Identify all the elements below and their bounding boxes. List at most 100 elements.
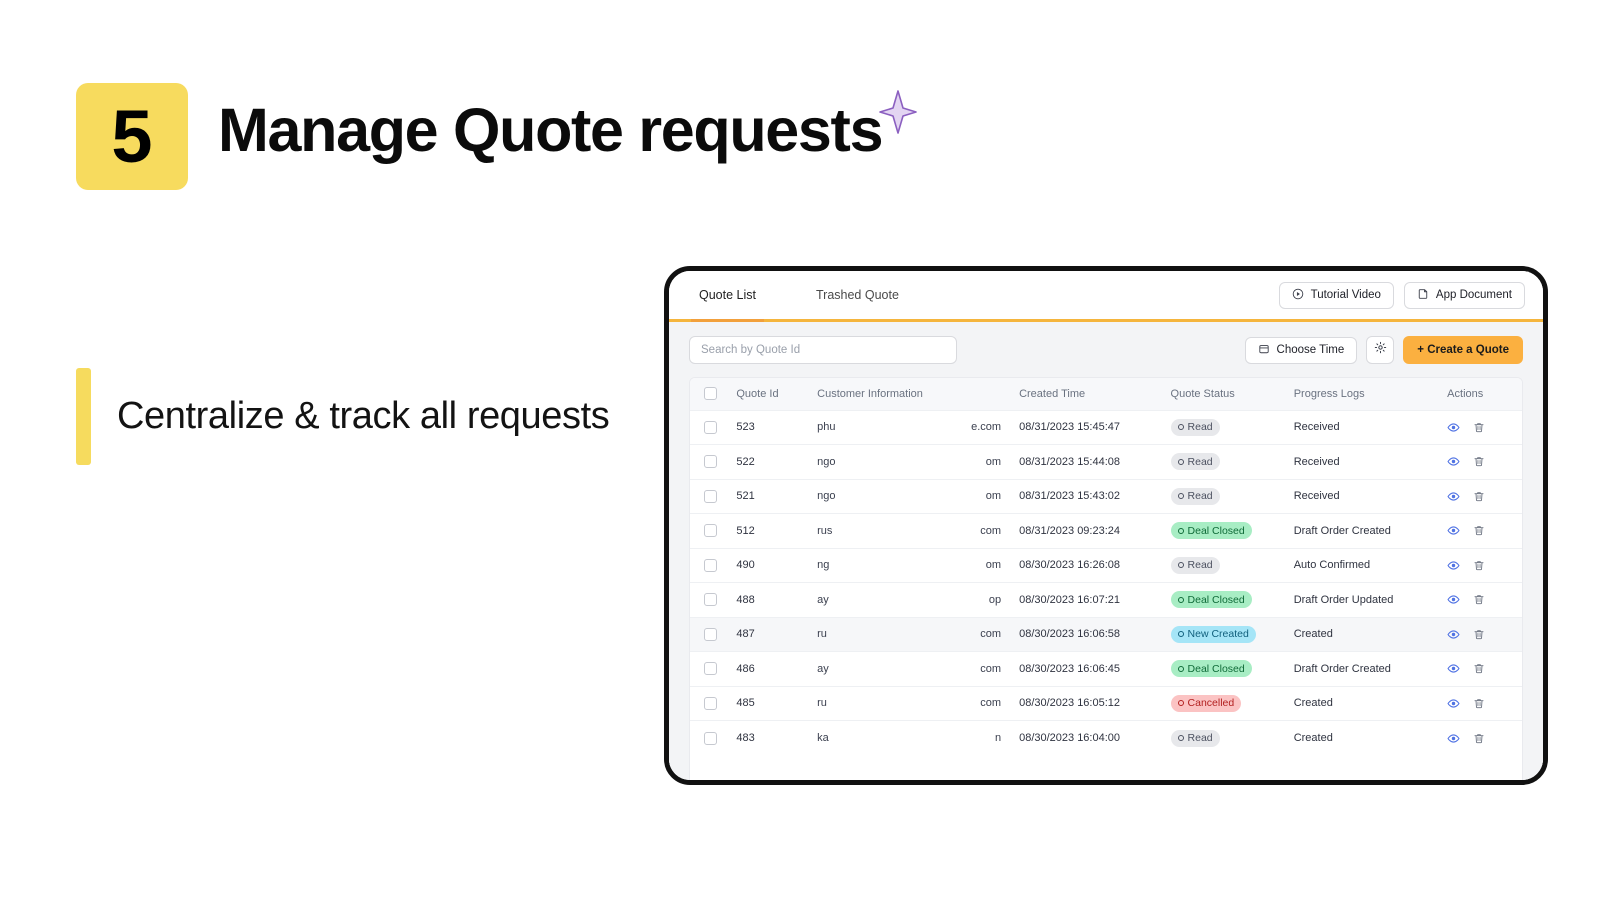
- row-checkbox[interactable]: [704, 524, 717, 538]
- customer-email-fragment: om: [985, 455, 1002, 468]
- trash-icon[interactable]: [1473, 697, 1485, 710]
- customer-email-fragment: com: [980, 524, 1002, 537]
- row-checkbox[interactable]: [704, 662, 717, 676]
- create-quote-button[interactable]: + Create a Quote: [1403, 336, 1523, 364]
- eye-icon[interactable]: [1447, 697, 1460, 710]
- status-badge-label: Deal Closed: [1187, 593, 1245, 606]
- row-checkbox[interactable]: [704, 558, 717, 572]
- eye-icon[interactable]: [1447, 455, 1460, 468]
- cell-customer-information: ay com: [811, 652, 1013, 687]
- status-badge: Deal Closed: [1170, 591, 1252, 609]
- eye-icon[interactable]: [1447, 593, 1460, 606]
- cell-actions: [1441, 721, 1522, 756]
- slide-subtitle: Centralize & track all requests: [117, 395, 610, 437]
- table-row[interactable]: 523 phu e.com 08/31/2023 15:45:47 Read Receiv…: [690, 410, 1522, 445]
- table-row[interactable]: 485 ru com 08/30/2023 16:05:12 Cancelled Crea…: [690, 686, 1522, 721]
- cell-customer-information: ngo om: [811, 445, 1013, 480]
- table-row[interactable]: 483 ka n 08/30/2023 16:04:00 Read Created: [690, 720, 1522, 756]
- sparkle-icon: [878, 89, 918, 135]
- table-row[interactable]: 512 rus com 08/31/2023 09:23:24 Deal Closed D…: [690, 513, 1522, 549]
- cell-created-time: 08/30/2023 16:05:12: [1019, 697, 1121, 710]
- cell-customer-information: ngo om: [811, 479, 1013, 514]
- trash-icon[interactable]: [1473, 490, 1485, 503]
- header-created-time: Created Time: [1019, 387, 1086, 400]
- row-select-cell: [690, 583, 730, 618]
- table-row[interactable]: 487 ru com 08/30/2023 16:06:58 New Created Cr…: [690, 617, 1522, 652]
- eye-icon[interactable]: [1447, 421, 1460, 434]
- table-row[interactable]: 522 ngo om 08/31/2023 15:44:08 Read Received: [690, 444, 1522, 480]
- row-checkbox[interactable]: [704, 731, 717, 745]
- eye-icon[interactable]: [1447, 490, 1460, 503]
- tutorial-video-button[interactable]: Tutorial Video: [1278, 281, 1394, 309]
- tutorial-video-label: Tutorial Video: [1310, 289, 1381, 301]
- customer-name-fragment: ay: [817, 662, 829, 675]
- eye-icon[interactable]: [1447, 628, 1460, 641]
- row-select-cell: [690, 721, 730, 756]
- trash-icon[interactable]: [1473, 593, 1485, 606]
- status-dot-icon: [1177, 665, 1184, 672]
- customer-email-fragment: op: [988, 593, 1002, 606]
- cell-quote-status: Deal Closed: [1165, 652, 1288, 687]
- row-checkbox[interactable]: [704, 627, 717, 641]
- trash-icon[interactable]: [1473, 732, 1485, 745]
- customer-name-fragment: ka: [817, 732, 829, 744]
- app-document-button[interactable]: App Document: [1403, 281, 1525, 309]
- status-badge-label: Cancelled: [1187, 697, 1235, 710]
- cell-quote-status: Read: [1165, 445, 1288, 480]
- eye-icon[interactable]: [1447, 662, 1460, 675]
- row-select-cell: [690, 617, 730, 652]
- row-checkbox[interactable]: [704, 455, 717, 469]
- trash-icon[interactable]: [1473, 524, 1485, 537]
- cell-quote-status: New Created: [1165, 617, 1288, 652]
- trash-icon[interactable]: [1473, 455, 1485, 468]
- trash-icon[interactable]: [1473, 559, 1485, 572]
- choose-time-button[interactable]: Choose Time: [1244, 336, 1358, 364]
- table-row[interactable]: 521 ngo om 08/31/2023 15:43:02 Read Received: [690, 479, 1522, 514]
- trash-icon[interactable]: [1473, 421, 1485, 434]
- eye-icon[interactable]: [1447, 524, 1460, 537]
- eye-icon[interactable]: [1447, 732, 1460, 745]
- cell-progress-logs: Received: [1293, 455, 1340, 468]
- cell-quote-id: 521: [736, 490, 755, 503]
- cell-customer-information: ru com: [811, 617, 1013, 652]
- status-dot-icon: [1177, 735, 1184, 741]
- cell-actions: [1441, 514, 1522, 549]
- status-dot-icon: [1177, 527, 1184, 534]
- status-dot-icon: [1177, 493, 1184, 500]
- select-all-checkbox[interactable]: [704, 387, 717, 401]
- cell-created-time: 08/31/2023 09:23:24: [1019, 524, 1121, 537]
- calendar-icon: [1258, 343, 1270, 358]
- eye-icon[interactable]: [1447, 559, 1460, 572]
- cell-progress-logs: Draft Order Created: [1293, 662, 1391, 675]
- row-checkbox[interactable]: [704, 593, 717, 607]
- status-badge-label: Read: [1187, 421, 1213, 434]
- row-checkbox[interactable]: [704, 696, 717, 710]
- settings-button[interactable]: [1366, 336, 1395, 364]
- row-checkbox[interactable]: [704, 420, 717, 434]
- trash-icon[interactable]: [1473, 662, 1485, 675]
- cell-quote-id: 523: [736, 421, 755, 434]
- status-badge: Deal Closed: [1170, 660, 1252, 678]
- customer-email-fragment: n: [994, 732, 1002, 744]
- customer-name-fragment: rus: [817, 524, 833, 537]
- trash-icon[interactable]: [1473, 628, 1485, 641]
- table-row[interactable]: 490 ng om 08/30/2023 16:26:08 Read Auto Confi…: [690, 548, 1522, 583]
- status-badge-label: Read: [1187, 559, 1213, 572]
- cell-customer-information: rus com: [811, 514, 1013, 549]
- status-dot-icon: [1177, 596, 1184, 603]
- status-dot-icon: [1177, 700, 1184, 707]
- tab-trashed-quote[interactable]: Trashed Quote: [808, 271, 907, 319]
- search-input[interactable]: [689, 336, 957, 364]
- customer-name-fragment: ay: [817, 593, 829, 606]
- status-badge-label: Deal Closed: [1187, 662, 1245, 675]
- cell-quote-status: Cancelled: [1165, 686, 1288, 721]
- status-badge: New Created: [1170, 625, 1256, 643]
- quote-table-body: 523 phu e.com 08/31/2023 15:45:47 Read Receiv…: [690, 410, 1522, 755]
- cell-actions: [1441, 410, 1522, 445]
- tab-trashed-quote-label: Trashed Quote: [815, 288, 899, 302]
- table-row[interactable]: 488 ay op 08/30/2023 16:07:21 Deal Closed Dra…: [690, 582, 1522, 618]
- tab-quote-list[interactable]: Quote List: [691, 271, 764, 322]
- table-row[interactable]: 486 ay com 08/30/2023 16:06:45 Deal Closed Dr…: [690, 651, 1522, 687]
- cell-progress-logs: Draft Order Updated: [1293, 593, 1394, 606]
- row-checkbox[interactable]: [704, 489, 717, 503]
